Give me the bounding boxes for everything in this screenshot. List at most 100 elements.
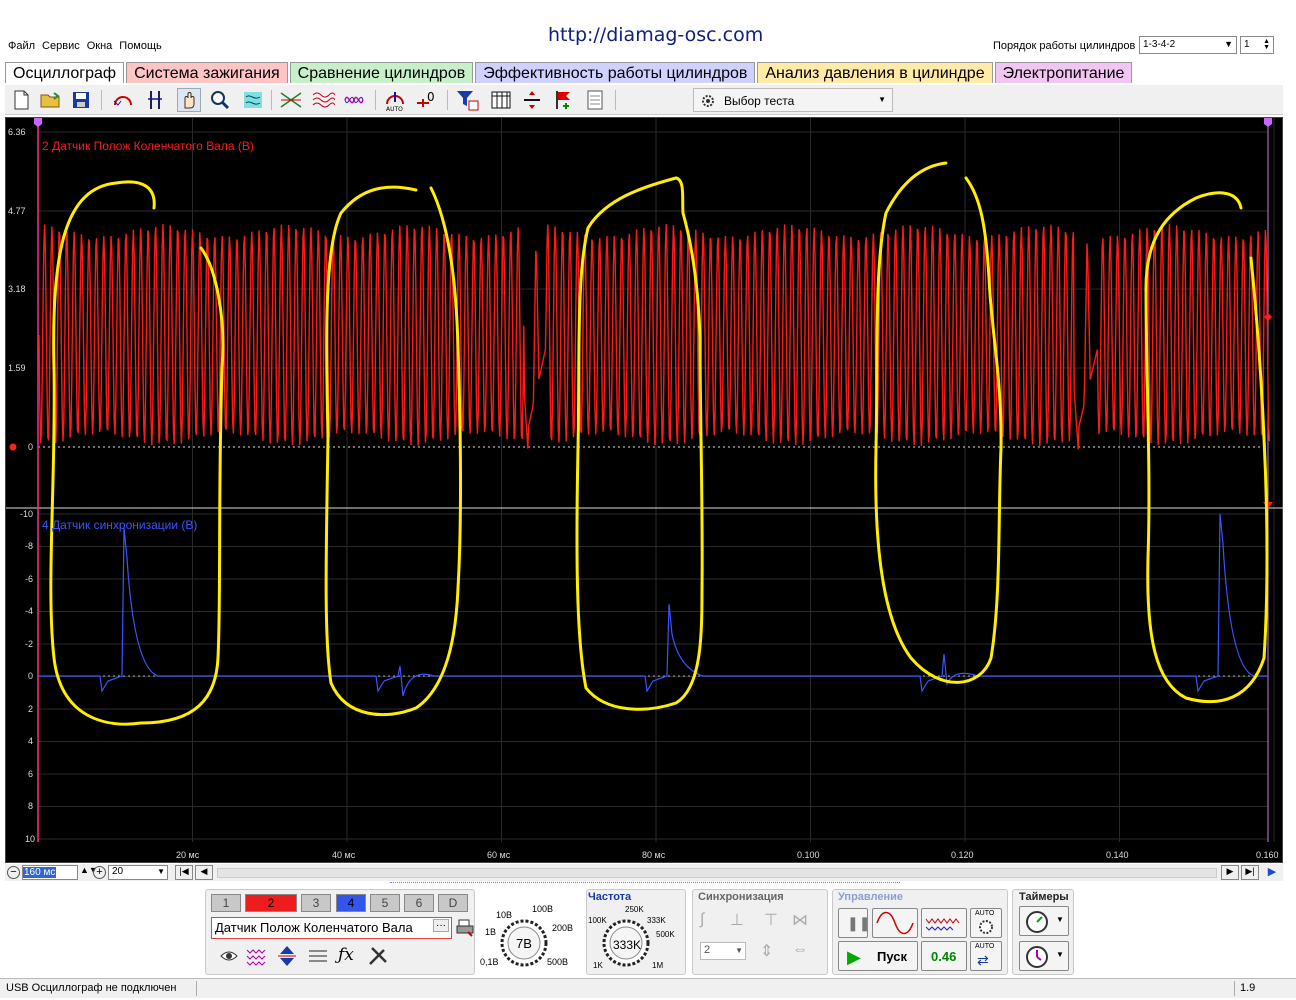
dial-label: 1В bbox=[485, 927, 497, 937]
oscilloscope-display[interactable]: 2 Датчик Полож Коленчатого Вала (В) 4 Да… bbox=[5, 117, 1284, 863]
hand-icon[interactable] bbox=[177, 88, 201, 112]
tab-oscilloscope[interactable]: Осциллограф bbox=[5, 62, 125, 83]
value-display: 0.46 bbox=[921, 941, 967, 971]
y-tick: 1.59 bbox=[8, 363, 26, 373]
tab-ignition[interactable]: Система зажигания bbox=[126, 62, 288, 83]
channel-5-button[interactable]: 5 bbox=[370, 894, 400, 912]
last-page-icon[interactable]: ▶| bbox=[1241, 865, 1259, 880]
frequency-title: Частота bbox=[588, 891, 632, 903]
y-tick: 0 bbox=[28, 442, 34, 452]
first-page-icon[interactable]: |◀ bbox=[175, 865, 193, 880]
spin-arrows-icon: ▲ ▼ bbox=[1263, 38, 1270, 51]
table-icon[interactable] bbox=[489, 88, 513, 112]
test-select[interactable]: Выбор теста ▼ bbox=[693, 88, 893, 112]
noise-filter-icon[interactable] bbox=[245, 945, 269, 970]
tab-power-supply[interactable]: Электропитание bbox=[994, 62, 1133, 83]
zoom-out-icon[interactable]: − bbox=[7, 866, 20, 879]
play-icon[interactable]: ▶ bbox=[1263, 865, 1281, 880]
y-tick: -2 bbox=[25, 639, 34, 649]
sync-auto-icon[interactable]: ⋈ bbox=[792, 910, 808, 930]
sync-position-icon[interactable]: ⇔ bbox=[792, 941, 808, 959]
tools-icon[interactable] bbox=[367, 945, 389, 970]
eye-icon[interactable] bbox=[219, 947, 239, 968]
noise-mode-button[interactable] bbox=[921, 908, 967, 938]
channel-2-button[interactable]: 2 bbox=[245, 894, 297, 912]
samples-select[interactable]: 20 ▼ bbox=[108, 865, 168, 880]
menu-file[interactable]: Файл bbox=[8, 40, 35, 54]
cylinder-stepper[interactable]: 1 ▲ ▼ bbox=[1240, 36, 1274, 54]
sync-channel-select[interactable]: 2 ▼ bbox=[700, 942, 746, 960]
notes-icon[interactable] bbox=[583, 88, 607, 112]
timebase-input[interactable]: 160 мс bbox=[22, 865, 78, 880]
vertical-cursors-icon[interactable] bbox=[143, 88, 167, 112]
save-icon[interactable] bbox=[69, 88, 93, 112]
horizontal-scrollbar[interactable] bbox=[217, 868, 1217, 878]
channel-filter-icon[interactable] bbox=[455, 88, 479, 112]
site-url: http://diamag-osc.com bbox=[548, 24, 764, 46]
timer-1-button[interactable]: ▼ bbox=[1019, 906, 1069, 936]
zoom-in-icon[interactable]: + bbox=[93, 866, 106, 879]
marker-flag-icon[interactable] bbox=[551, 88, 575, 112]
sync-level-icon[interactable]: ⇕ bbox=[760, 941, 773, 961]
prev-page-icon[interactable]: ◀ bbox=[195, 865, 213, 880]
function-icon[interactable]: ƒx bbox=[338, 945, 354, 965]
tab-cylinder-efficiency[interactable]: Эффективность работы цилиндров bbox=[475, 62, 756, 83]
status-text: USB Осциллограф не подключен bbox=[6, 982, 177, 994]
cursor-mode-icon[interactable] bbox=[111, 88, 135, 112]
status-bar: USB Осциллограф не подключен 1.9 bbox=[0, 978, 1296, 998]
zero-icon[interactable]: 0 bbox=[415, 88, 439, 112]
start-button[interactable]: ▶ Пуск bbox=[838, 941, 918, 971]
channel-name-field[interactable]: Датчик Полож Коленчатого Вала ··· bbox=[211, 917, 452, 939]
samples-value: 20 bbox=[112, 866, 124, 877]
channel-4-button[interactable]: 4 bbox=[336, 894, 366, 912]
lines-icon[interactable] bbox=[307, 947, 329, 968]
channel-1-button[interactable]: 1 bbox=[211, 894, 241, 912]
printer-icon[interactable] bbox=[456, 918, 474, 941]
chevron-down-icon: ▼ bbox=[1056, 915, 1064, 924]
menu-windows[interactable]: Окна bbox=[87, 40, 113, 54]
waveform-a-icon[interactable] bbox=[279, 88, 303, 112]
tab-cylinder-compare[interactable]: Сравнение цилиндров bbox=[289, 62, 474, 83]
invert-icon[interactable] bbox=[276, 945, 298, 970]
auto-mode-button[interactable]: AUTO bbox=[970, 908, 1002, 938]
next-page-icon[interactable]: ▶ bbox=[1221, 865, 1239, 880]
annotation-loop bbox=[49, 180, 225, 726]
start-label: Пуск bbox=[877, 949, 907, 964]
filter-icon[interactable] bbox=[241, 88, 265, 112]
auto-scale-icon[interactable]: AUTO bbox=[383, 88, 407, 112]
sine-mode-button[interactable] bbox=[872, 908, 918, 938]
new-file-icon[interactable] bbox=[9, 88, 33, 112]
frequency-value: 333K bbox=[613, 938, 642, 952]
chevron-down-icon: ▼ bbox=[157, 867, 165, 876]
sync-title: Синхронизация bbox=[698, 891, 784, 903]
cylinder-order-select[interactable]: 1-3-4-2 ▼ bbox=[1139, 36, 1237, 54]
channel-6-button[interactable]: 6 bbox=[404, 894, 434, 912]
more-icon[interactable]: ··· bbox=[433, 919, 449, 932]
tab-pressure-analysis[interactable]: Анализ давления в цилиндре bbox=[757, 62, 993, 83]
pause-button[interactable]: ❚❚ bbox=[838, 908, 870, 938]
sync-wave-icon[interactable]: ∫ bbox=[700, 911, 704, 929]
timer-2-button[interactable]: ▼ bbox=[1019, 941, 1069, 971]
sync-waveform bbox=[39, 513, 1268, 697]
dial-label: 10В bbox=[496, 910, 513, 920]
menu-bar: Файл Сервис Окна Помощь bbox=[8, 40, 162, 54]
x-tick: 60 мс bbox=[487, 850, 511, 860]
chevron-down-icon: ▼ bbox=[878, 95, 886, 104]
auto-sync-button[interactable]: AUTO ⇄ bbox=[970, 941, 1002, 971]
annotation-loop bbox=[575, 176, 704, 711]
split-icon[interactable] bbox=[520, 88, 544, 112]
falling-edge-icon[interactable]: ⊤ bbox=[764, 910, 778, 930]
menu-service[interactable]: Сервис bbox=[42, 40, 80, 54]
timer-icon bbox=[1025, 910, 1049, 937]
channel-d-button[interactable]: D bbox=[438, 894, 468, 912]
channel-3-button[interactable]: 3 bbox=[301, 894, 331, 912]
waveform-b-icon[interactable] bbox=[311, 88, 335, 112]
gear-icon bbox=[978, 919, 994, 938]
zoom-icon[interactable] bbox=[208, 88, 232, 112]
test-select-label: Выбор теста bbox=[724, 94, 795, 108]
open-folder-icon[interactable] bbox=[39, 88, 63, 112]
waveform-c-icon[interactable] bbox=[343, 88, 367, 112]
splitter-handle[interactable] bbox=[390, 882, 900, 887]
rising-edge-icon[interactable]: ⊥ bbox=[730, 910, 744, 930]
menu-help[interactable]: Помощь bbox=[119, 40, 162, 54]
